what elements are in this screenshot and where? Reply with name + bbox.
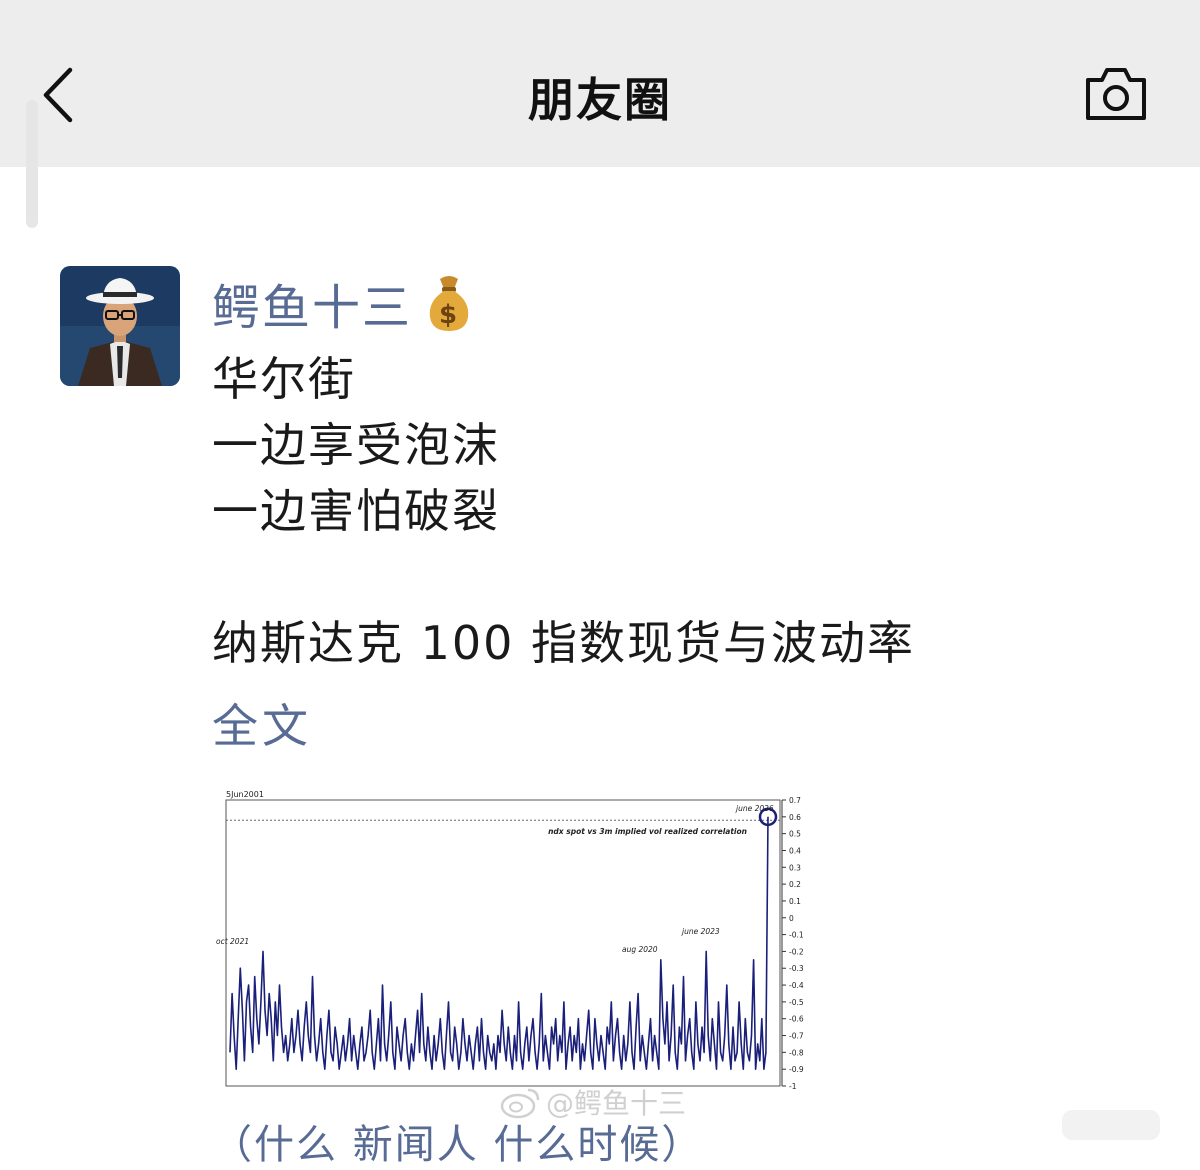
post-line: 纳斯达克 100 指数现货与波动率 [212,616,916,670]
post-author[interactable]: 鳄鱼十三 $ [212,268,474,338]
camera-icon [1086,68,1146,120]
y-tick-label: -0.9 [789,1065,804,1074]
y-tick-label: 0.7 [789,796,801,805]
post-line: 一边害怕破裂 [212,484,500,538]
y-tick-label: 0.1 [789,897,801,906]
camera-button[interactable] [1082,64,1150,124]
post-image-chart[interactable]: 5Jun2001 ndx spot vs 3m implied vol real… [212,784,812,1094]
y-tick-label: 0.4 [789,846,801,855]
avatar[interactable] [60,266,180,386]
y-tick-label: 0.5 [789,830,801,839]
y-tick-label: -0.2 [789,947,804,956]
truncated-next-line: （什么 新闻人 什么时候） [212,1122,704,1168]
post-line: 华尔街 [212,352,356,406]
annotation-label: oct 2021 [216,937,249,946]
annotation-label: june 2023 [681,927,720,936]
y-tick-label: 0 [789,914,794,923]
y-tick-label: -0.5 [789,998,804,1007]
more-options-button[interactable] [1062,1110,1160,1140]
y-tick-group: 0.7 0.6 0.5 0.4 0.3 0.2 0.1 0 -0.1 -0.2 -0.3 -0.4 -0… [782,796,804,1091]
svg-text:$: $ [439,300,459,330]
y-tick-label: -0.4 [789,981,804,990]
post-line: 一边享受泡沫 [212,418,500,472]
post-line-blank [212,544,915,610]
author-name: 鳄鱼十三 [212,280,413,336]
chart-svg: 5Jun2001 ndx spot vs 3m implied vol real… [216,790,804,1091]
scroll-indicator[interactable] [26,100,38,228]
y-tick-label: -0.7 [789,1032,804,1041]
series-line [229,816,769,1071]
annotation-label: june 2026 [735,804,774,813]
top-left-label: 5Jun2001 [226,790,264,799]
y-tick-label: -0.3 [789,964,804,973]
y-tick-label: -0.6 [789,1015,804,1024]
full-text-link[interactable]: 全文 [212,690,312,756]
y-tick-label: -0.8 [789,1048,804,1057]
y-tick-label: -1 [789,1082,797,1091]
avatar-image [60,266,180,386]
page-title: 朋友圈 [528,73,672,127]
post-body: 华尔街 一边享受泡沫 一边害怕破裂 纳斯达克 100 指数现货与波动率 [212,346,915,676]
y-tick-label: -0.1 [789,931,804,940]
y-tick-label: 0.3 [789,863,801,872]
annotation-label: aug 2020 [622,945,658,954]
money-bag-icon: $ [424,273,474,333]
y-tick-label: 0.2 [789,880,801,889]
chart-title: ndx spot vs 3m implied vol realized corr… [548,827,747,836]
y-tick-label: 0.6 [789,813,801,822]
top-bar: 朋友圈 [0,0,1200,167]
